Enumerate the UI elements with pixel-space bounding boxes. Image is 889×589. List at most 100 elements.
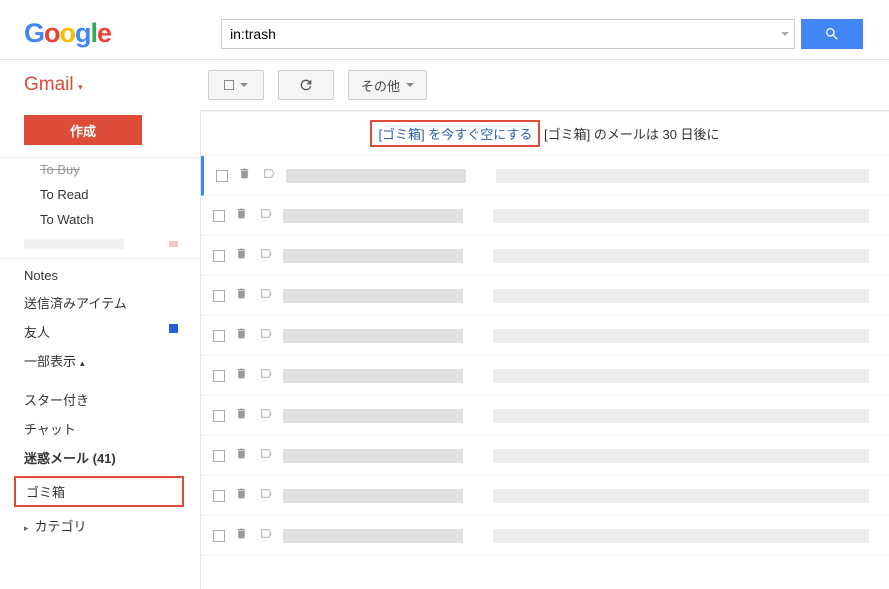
sender-placeholder	[283, 369, 463, 383]
sender-placeholder	[286, 169, 466, 183]
subject-placeholder	[493, 489, 869, 503]
sidebar-item-to-read[interactable]: To Read	[0, 182, 200, 207]
sidebar-item-chat[interactable]: チャット	[0, 414, 200, 443]
sender-placeholder	[283, 489, 463, 503]
search-input[interactable]	[221, 19, 795, 49]
search-icon	[824, 26, 840, 42]
trash-icon	[235, 367, 249, 385]
sidebar-item-friends[interactable]: 友人	[0, 317, 200, 346]
subject-placeholder	[493, 369, 869, 383]
dropdown-arrow-icon: ▾	[76, 82, 83, 92]
mail-row[interactable]	[201, 316, 889, 356]
sender-placeholder	[283, 409, 463, 423]
row-checkbox[interactable]	[216, 170, 228, 182]
sidebar-item-category[interactable]: カテゴリ	[0, 511, 200, 540]
mail-row[interactable]	[201, 356, 889, 396]
chevron-down-icon	[406, 83, 414, 87]
refresh-icon	[298, 77, 314, 93]
row-checkbox[interactable]	[213, 210, 225, 222]
trash-icon	[235, 247, 249, 265]
label-icon	[262, 167, 276, 185]
subject-placeholder	[493, 329, 869, 343]
sender-placeholder	[283, 329, 463, 343]
sender-placeholder	[283, 289, 463, 303]
label-icon	[259, 487, 273, 505]
sidebar-item-starred[interactable]: スター付き	[0, 385, 200, 414]
label-icon	[259, 527, 273, 545]
subject-placeholder	[496, 169, 869, 183]
header: Google	[0, 0, 889, 60]
label-icon	[259, 407, 273, 425]
select-all-button[interactable]	[208, 70, 264, 100]
label-icon	[259, 287, 273, 305]
compose-button[interactable]: 作成	[24, 115, 142, 145]
empty-trash-link[interactable]: [ゴミ箱] を今すぐ空にする	[378, 127, 532, 142]
trash-notice-text: [ゴミ箱] のメールは 30 日後に	[544, 127, 720, 142]
gmail-label-text: Gmail	[24, 74, 74, 95]
row-checkbox[interactable]	[213, 250, 225, 262]
row-checkbox[interactable]	[213, 330, 225, 342]
refresh-button[interactable]	[278, 70, 334, 100]
trash-icon	[238, 167, 252, 185]
sidebar-item-trash[interactable]: ゴミ箱	[14, 476, 184, 507]
trash-icon	[235, 327, 249, 345]
mail-row[interactable]	[201, 236, 889, 276]
label-icon	[259, 247, 273, 265]
mail-row[interactable]	[201, 276, 889, 316]
mail-row[interactable]	[201, 396, 889, 436]
trash-icon	[235, 447, 249, 465]
row-checkbox[interactable]	[213, 490, 225, 502]
sidebar-item-to-watch[interactable]: To Watch	[0, 207, 200, 232]
row-checkbox[interactable]	[213, 530, 225, 542]
google-logo: Google	[24, 18, 111, 49]
sender-placeholder	[283, 249, 463, 263]
sender-placeholder	[283, 449, 463, 463]
sidebar: 作成 To Buy To Read To Watch Notes 送信済みアイテ…	[0, 111, 200, 589]
label-icon	[259, 327, 273, 345]
label-icon	[259, 367, 273, 385]
trash-notice: [ゴミ箱] を今すぐ空にする [ゴミ箱] のメールは 30 日後に	[201, 111, 889, 156]
sidebar-item-label: 友人	[24, 325, 50, 340]
subject-placeholder	[493, 409, 869, 423]
trash-icon	[235, 487, 249, 505]
mail-list: [ゴミ箱] を今すぐ空にする [ゴミ箱] のメールは 30 日後に	[200, 111, 889, 589]
search-wrap	[221, 19, 863, 49]
sidebar-item-spam[interactable]: 迷惑メール (41)	[0, 443, 200, 472]
subject-placeholder	[493, 249, 869, 263]
gmail-dropdown[interactable]: Gmail ▾	[0, 60, 200, 110]
row-checkbox[interactable]	[213, 290, 225, 302]
up-triangle-icon: ▴	[80, 358, 85, 368]
subject-placeholder	[493, 289, 869, 303]
sidebar-item-redacted[interactable]	[0, 232, 200, 254]
checkbox-icon	[224, 80, 234, 90]
row-checkbox[interactable]	[213, 450, 225, 462]
trash-icon	[235, 207, 249, 225]
mail-row[interactable]	[201, 196, 889, 236]
row-checkbox[interactable]	[213, 410, 225, 422]
trash-icon	[235, 407, 249, 425]
sidebar-item-show-some[interactable]: 一部表示▴	[0, 346, 200, 375]
label-icon	[259, 447, 273, 465]
mail-row[interactable]	[201, 516, 889, 556]
label-icon	[259, 207, 273, 225]
blue-square-marker	[169, 324, 178, 333]
more-button[interactable]: その他	[348, 70, 427, 100]
mail-row[interactable]	[201, 436, 889, 476]
sidebar-item-sent[interactable]: 送信済みアイテム	[0, 288, 200, 317]
subject-placeholder	[493, 449, 869, 463]
sidebar-item-to-buy[interactable]: To Buy	[0, 162, 200, 182]
search-button[interactable]	[801, 19, 863, 49]
more-label: その他	[361, 76, 400, 95]
trash-icon	[235, 287, 249, 305]
chevron-down-icon	[240, 83, 248, 87]
subject-placeholder	[493, 209, 869, 223]
row-checkbox[interactable]	[213, 370, 225, 382]
trash-icon	[235, 527, 249, 545]
sub-toolbar: その他	[200, 60, 889, 111]
mail-row[interactable]	[201, 156, 889, 196]
subject-placeholder	[493, 529, 869, 543]
sender-placeholder	[283, 529, 463, 543]
mail-row[interactable]	[201, 476, 889, 516]
sender-placeholder	[283, 209, 463, 223]
sidebar-item-notes[interactable]: Notes	[0, 263, 200, 288]
